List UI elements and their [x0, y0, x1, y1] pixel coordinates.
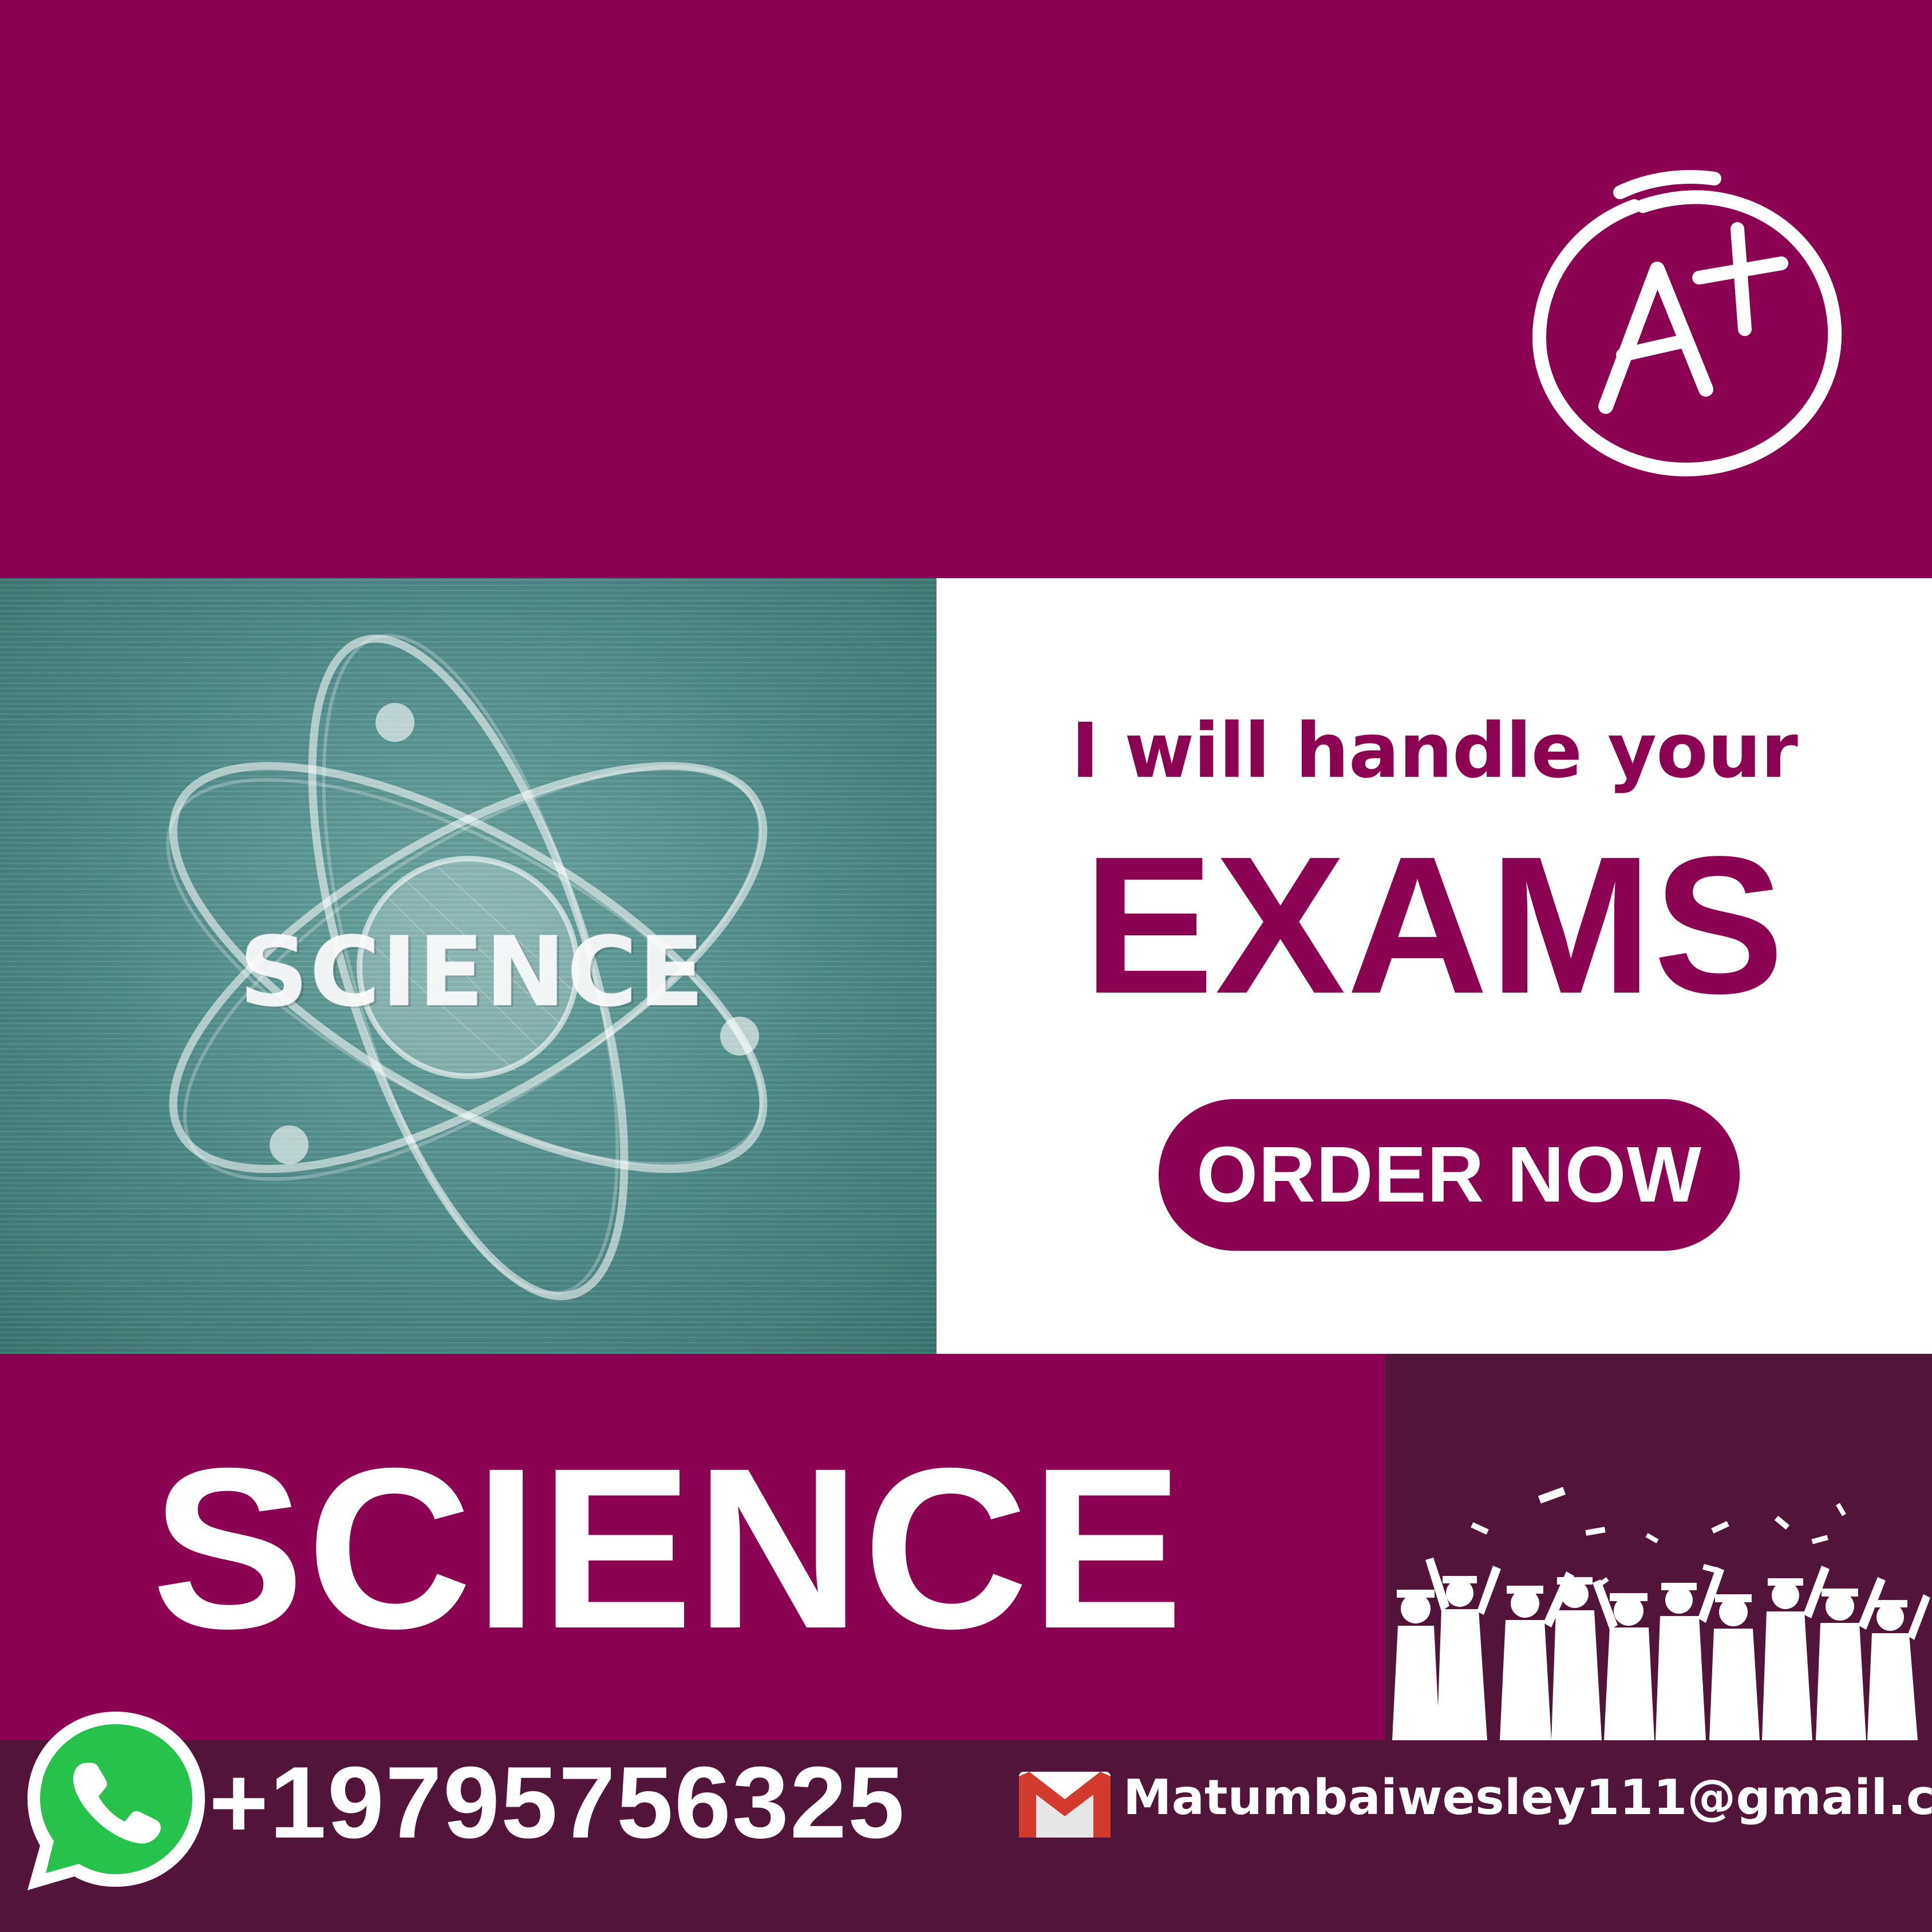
subject-title: SCIENCE: [152, 1420, 1186, 1676]
order-now-button[interactable]: ORDER NOW: [1159, 1099, 1740, 1251]
graduates-silhouette-icon: [1392, 1487, 1930, 1740]
whatsapp-icon[interactable]: [23, 1706, 209, 1895]
graduates-panel: [1385, 1354, 1932, 1740]
email-address[interactable]: Matumbaiwesley111@gmail.com: [1123, 1769, 1932, 1827]
phone-number[interactable]: +19795756325: [209, 1752, 906, 1854]
headline-exams: EXAMS: [1083, 816, 1785, 1034]
headline-small: I will handle your: [1071, 707, 1798, 795]
chalkboard-image: SCIENCE: [0, 578, 937, 1354]
chalkboard-science-label: SCIENCE: [239, 916, 706, 1028]
subject-band: SCIENCE: [0, 1354, 1385, 1740]
promo-panel: I will handle your EXAMS ORDER NOW: [937, 578, 1932, 1354]
gmail-icon[interactable]: [1019, 1772, 1111, 1838]
grade-circle-icon: [1532, 170, 1842, 477]
